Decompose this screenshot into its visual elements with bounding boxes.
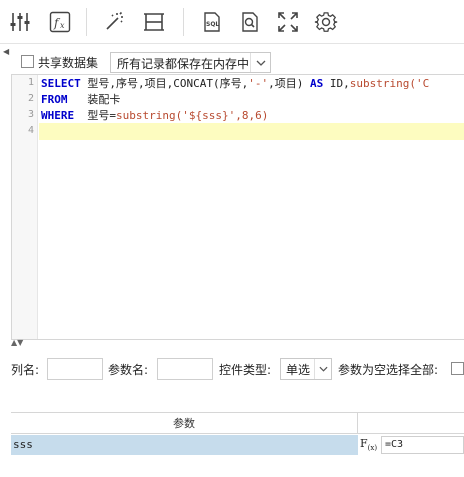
param-table-header: 参数 — [11, 413, 464, 434]
gear-icon[interactable] — [312, 8, 340, 36]
control-type-value: 单选 — [286, 363, 311, 377]
line-number: 3 — [27, 109, 34, 120]
chevron-down-icon — [314, 359, 331, 379]
column-adjust-icon[interactable] — [140, 8, 168, 36]
sql-icon[interactable]: SQL — [198, 8, 226, 36]
sql-text: ,项目) — [268, 77, 310, 90]
toolbar-separator — [86, 8, 87, 36]
sql-text: 装配卡 — [67, 93, 121, 106]
sql-string: '${sss}' — [182, 109, 236, 122]
sql-function: substring( — [116, 109, 183, 122]
sql-keyword: SELECT — [41, 77, 81, 90]
table-row[interactable]: sss F(x) =C3 — [11, 435, 464, 455]
storage-mode-value: 所有记录都保存在内存中 — [117, 57, 250, 71]
sql-line-2: FROM 装配卡 — [41, 92, 120, 108]
formula-fx-icon[interactable]: fx — [46, 8, 74, 36]
sql-keyword: WHERE — [41, 109, 75, 122]
fx-sub: (x) — [367, 444, 378, 453]
toolbar: fx SQL — [0, 0, 464, 44]
toolbar-separator — [183, 8, 184, 36]
sliders-icon[interactable] — [6, 8, 34, 36]
line-number: 1 — [27, 77, 34, 88]
control-type-select[interactable]: 单选 — [280, 358, 332, 380]
sql-keyword: FROM — [41, 93, 68, 106]
sql-text: ID, — [323, 77, 350, 90]
sql-string: 'C — [415, 77, 430, 90]
chevron-down-icon — [250, 53, 270, 72]
sql-line-3: WHERE 型号=substring('${sss}',8,6) — [41, 108, 268, 124]
line-number-gutter: 1 2 3 4 — [12, 75, 38, 339]
column-name-input[interactable] — [47, 358, 103, 380]
sql-editor[interactable]: 1 2 3 4 SELECT 型号,序号,项目,CONCAT(序号,'-',项目… — [11, 74, 464, 340]
param-table: 参数 sss F(x) =C3 — [11, 412, 464, 477]
fullscreen-icon[interactable] — [274, 8, 302, 36]
column-name-label: 列名: — [11, 363, 40, 377]
splitter-arrows-icon[interactable]: ▲▼ — [11, 338, 23, 347]
select-all-when-empty-label: 参数为空选择全部: — [338, 363, 439, 377]
select-all-when-empty-checkbox[interactable] — [451, 362, 464, 375]
search-document-icon[interactable] — [236, 8, 264, 36]
fx-label: F — [360, 437, 368, 450]
current-line-highlight — [39, 123, 464, 140]
magic-wand-icon[interactable] — [100, 8, 128, 36]
sql-text: 型号,序号,项目,CONCAT(序号, — [80, 77, 249, 90]
line-number: 4 — [27, 125, 34, 136]
param-value-cell[interactable]: =C3 — [381, 436, 464, 454]
svg-text:x: x — [60, 21, 65, 30]
param-name-label: 参数名: — [108, 363, 149, 377]
sql-line-1: SELECT 型号,序号,项目,CONCAT(序号,'-',项目) AS ID,… — [41, 76, 429, 92]
shared-dataset-label: 共享数据集 — [38, 56, 99, 70]
storage-mode-select[interactable]: 所有记录都保存在内存中 — [110, 52, 271, 73]
sql-keyword: AS — [309, 77, 324, 90]
dataset-options-row: 共享数据集 所有记录都保存在内存中 — [0, 50, 464, 74]
svg-text:SQL: SQL — [206, 21, 219, 28]
formula-fx-icon[interactable]: F(x) — [360, 435, 380, 455]
param-name-input[interactable] — [157, 358, 213, 380]
sql-string: '-' — [248, 77, 269, 90]
line-number: 2 — [27, 93, 34, 104]
sql-text: 型号= — [74, 109, 116, 122]
shared-dataset-checkbox[interactable] — [21, 55, 34, 68]
sql-text: ,8,6) — [235, 109, 269, 122]
control-type-label: 控件类型: — [219, 363, 272, 377]
sql-function: substring( — [349, 77, 416, 90]
param-form-row: 列名: 参数名: 控件类型: 单选 参数为空选择全部: — [0, 356, 464, 382]
param-column-header: 参数 — [11, 413, 358, 434]
param-name-cell[interactable]: sss — [11, 435, 358, 455]
